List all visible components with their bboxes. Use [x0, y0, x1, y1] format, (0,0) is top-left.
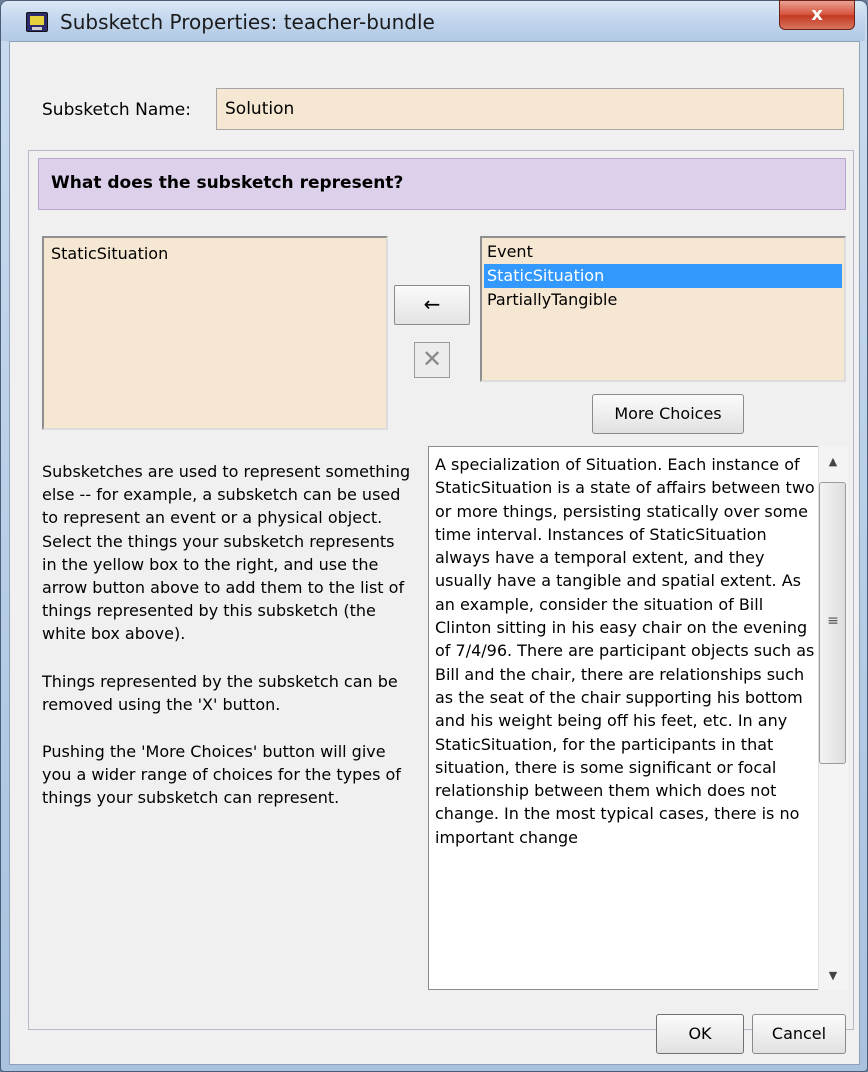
- window-title: Subsketch Properties: teacher-bundle: [60, 10, 435, 34]
- x-icon: ✕: [421, 345, 443, 373]
- more-choices-button[interactable]: More Choices: [592, 394, 744, 434]
- choice-item-staticsituation[interactable]: StaticSituation: [484, 264, 842, 288]
- subsketch-name-input[interactable]: Solution: [216, 88, 844, 130]
- application-icon: [26, 12, 48, 32]
- grip-icon: ≡: [827, 613, 839, 629]
- add-arrow-button[interactable]: ←: [394, 285, 470, 325]
- choice-item-event[interactable]: Event: [484, 240, 842, 264]
- ok-button[interactable]: OK: [656, 1014, 744, 1054]
- represented-list-item[interactable]: StaticSituation: [48, 242, 382, 266]
- help-paragraph: Things represented by the subsketch can …: [42, 671, 398, 714]
- description-text-area[interactable]: A specialization of Situation. Each inst…: [428, 446, 848, 990]
- left-arrow-icon: ←: [423, 292, 441, 316]
- help-paragraph: Subsketches are used to represent someth…: [42, 462, 411, 644]
- represented-things-list[interactable]: StaticSituation: [42, 236, 388, 430]
- choice-item-partiallytangible[interactable]: PartiallyTangible: [484, 288, 842, 312]
- remove-x-button[interactable]: ✕: [414, 342, 450, 378]
- help-text: Subsketches are used to represent someth…: [42, 460, 412, 834]
- help-paragraph: Pushing the 'More Choices' button will g…: [42, 742, 401, 808]
- section-header: What does the subsketch represent?: [38, 158, 846, 210]
- cancel-button[interactable]: Cancel: [752, 1014, 846, 1054]
- scroll-up-arrow-icon[interactable]: ▲: [818, 452, 848, 472]
- close-button[interactable]: x: [779, 0, 855, 30]
- description-text: A specialization of Situation. Each inst…: [435, 455, 815, 847]
- subsketch-name-label: Subsketch Name:: [42, 100, 191, 120]
- scroll-down-arrow-icon[interactable]: ▼: [818, 966, 848, 986]
- choices-list[interactable]: Event StaticSituation PartiallyTangible: [480, 236, 846, 382]
